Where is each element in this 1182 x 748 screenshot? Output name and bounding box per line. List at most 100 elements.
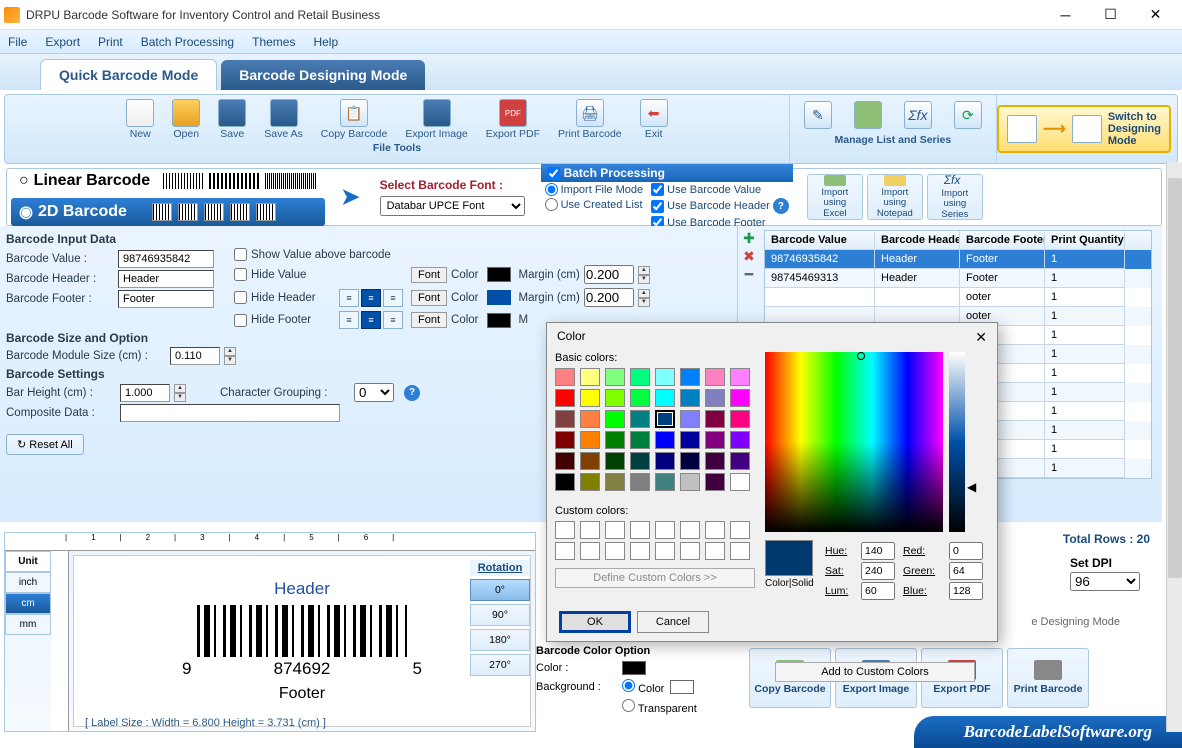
basic-color-cell[interactable] <box>555 389 575 407</box>
basic-color-cell[interactable] <box>630 368 650 386</box>
basic-color-cell[interactable] <box>730 410 750 428</box>
basic-color-cell[interactable] <box>580 410 600 428</box>
bg-color-radio[interactable]: Color <box>622 679 664 695</box>
basic-color-cell[interactable] <box>555 368 575 386</box>
ok-button[interactable]: OK <box>559 611 631 633</box>
composite-input[interactable] <box>120 404 340 422</box>
rotation-180[interactable]: 180° <box>470 629 530 651</box>
luminance-bar[interactable] <box>949 352 965 532</box>
bc-color-swatch[interactable] <box>622 661 646 675</box>
basic-color-cell[interactable] <box>605 473 625 491</box>
exit-button[interactable]: ⬅Exit <box>632 97 676 142</box>
linear-barcode-radio[interactable]: ○Linear Barcode <box>11 168 325 194</box>
basic-color-cell[interactable] <box>555 473 575 491</box>
hue-input[interactable] <box>861 542 895 560</box>
basic-color-cell[interactable] <box>605 389 625 407</box>
value-margin-input[interactable] <box>584 265 634 284</box>
new-button[interactable]: New <box>118 97 162 142</box>
col-qty[interactable]: Print Quantity <box>1045 231 1125 250</box>
maximize-button[interactable]: ☐ <box>1088 1 1133 29</box>
basic-color-cell[interactable] <box>655 410 675 428</box>
luminance-arrow-icon[interactable]: ◀ <box>967 480 976 494</box>
created-list-radio[interactable]: Use Created List <box>541 197 648 212</box>
batch-checkbox[interactable] <box>547 167 560 180</box>
basic-color-cell[interactable] <box>555 410 575 428</box>
basic-color-cell[interactable] <box>580 389 600 407</box>
import-series-button[interactable]: ΣfxImportusingSeries <box>927 174 983 220</box>
basic-color-cell[interactable] <box>630 473 650 491</box>
barcode-value-input[interactable] <box>118 250 214 268</box>
import-file-radio[interactable]: Import File Mode <box>541 182 648 197</box>
custom-color-cell[interactable] <box>630 521 650 539</box>
col-header[interactable]: Barcode Header <box>875 231 960 250</box>
menu-file[interactable]: File <box>8 35 27 49</box>
hide-footer-check[interactable] <box>234 314 247 327</box>
export-pdf-button[interactable]: PDFExport PDF <box>478 97 548 142</box>
table-row[interactable]: 98746935842HeaderFooter1 <box>765 250 1151 269</box>
barcode-header-input[interactable] <box>118 270 214 288</box>
remove-button[interactable]: ━ <box>742 266 756 280</box>
table-row[interactable]: 98745469313HeaderFooter1 <box>765 269 1151 288</box>
open-button[interactable]: Open <box>164 97 208 142</box>
basic-color-cell[interactable] <box>705 452 725 470</box>
table-row[interactable]: ooter1 <box>765 288 1151 307</box>
align-footer-center[interactable]: ≡ <box>361 311 381 329</box>
basic-color-cell[interactable] <box>580 473 600 491</box>
col-value[interactable]: Barcode Value <box>765 231 875 250</box>
unit-cm[interactable]: cm <box>5 593 51 614</box>
blue-input[interactable] <box>949 582 983 600</box>
bar-height-input[interactable] <box>120 384 170 402</box>
custom-color-cell[interactable] <box>555 542 575 560</box>
basic-color-cell[interactable] <box>630 389 650 407</box>
custom-color-cell[interactable] <box>605 521 625 539</box>
save-as-button[interactable]: Save As <box>256 97 311 142</box>
unit-mm[interactable]: mm <box>5 614 51 635</box>
basic-color-cell[interactable] <box>580 452 600 470</box>
basic-color-cell[interactable] <box>630 431 650 449</box>
basic-color-cell[interactable] <box>680 368 700 386</box>
dialog-close-button[interactable]: ✕ <box>975 329 987 346</box>
vertical-scrollbar[interactable] <box>1166 162 1182 732</box>
tab-designing-mode[interactable]: Barcode Designing Mode <box>221 60 425 90</box>
basic-color-cell[interactable] <box>705 389 725 407</box>
basic-color-cell[interactable] <box>605 368 625 386</box>
basic-color-cell[interactable] <box>680 389 700 407</box>
bg-color-swatch[interactable] <box>670 680 694 694</box>
help-icon-2[interactable]: ? <box>404 385 420 401</box>
cancel-button[interactable]: Cancel <box>637 611 709 633</box>
red-input[interactable] <box>949 542 983 560</box>
basic-color-cell[interactable] <box>580 368 600 386</box>
char-group-select[interactable]: 0 <box>354 383 394 402</box>
use-header-check[interactable]: Use Barcode Header ? <box>647 197 793 215</box>
print-barcode-button-2[interactable]: Print Barcode <box>1007 648 1089 708</box>
custom-color-cell[interactable] <box>580 521 600 539</box>
header-color-swatch[interactable] <box>487 290 511 305</box>
basic-color-cell[interactable] <box>555 431 575 449</box>
hide-value-check[interactable] <box>234 268 247 281</box>
switch-mode-button[interactable]: ⟶ Switch toDesigningMode <box>997 105 1171 153</box>
basic-color-cell[interactable] <box>605 410 625 428</box>
bg-transparent-radio[interactable]: Transparent <box>622 699 697 715</box>
menu-print[interactable]: Print <box>98 35 123 49</box>
use-value-check[interactable]: Use Barcode Value <box>647 182 793 197</box>
custom-color-cell[interactable] <box>680 521 700 539</box>
manage-fx-button[interactable]: Σfx <box>894 97 942 134</box>
custom-color-cell[interactable] <box>730 542 750 560</box>
align-footer-left[interactable]: ≡ <box>339 311 359 329</box>
copy-barcode-button[interactable]: 📋Copy Barcode <box>313 97 396 142</box>
basic-color-cell[interactable] <box>705 473 725 491</box>
barcode-footer-input[interactable] <box>118 290 214 308</box>
basic-color-cell[interactable] <box>730 389 750 407</box>
custom-color-cell[interactable] <box>580 542 600 560</box>
help-icon[interactable]: ? <box>773 198 789 214</box>
custom-color-cell[interactable] <box>705 521 725 539</box>
margin-spinner-2[interactable]: ▲▼ <box>638 289 650 307</box>
dpi-select[interactable]: 96 <box>1070 572 1140 591</box>
unit-inch[interactable]: inch <box>5 572 51 593</box>
basic-color-cell[interactable] <box>730 473 750 491</box>
font-footer-button[interactable]: Font <box>411 312 447 328</box>
custom-color-cell[interactable] <box>680 542 700 560</box>
import-notepad-button[interactable]: ImportusingNotepad <box>867 174 923 220</box>
basic-color-cell[interactable] <box>730 368 750 386</box>
save-button[interactable]: Save <box>210 97 254 142</box>
